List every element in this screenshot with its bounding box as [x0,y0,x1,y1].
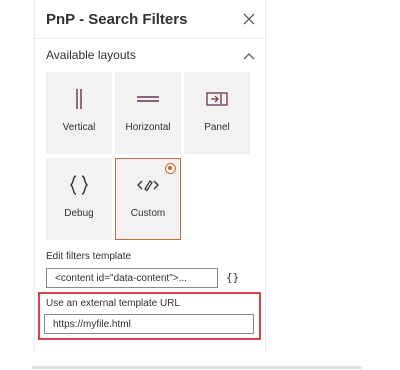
custom-code-icon [116,173,180,197]
layout-option-debug[interactable]: Debug [46,158,112,240]
edit-template-button[interactable]: {} [226,271,239,284]
panel-header: PnP - Search Filters [34,0,266,38]
layout-option-horizontal[interactable]: Horizontal [115,72,181,154]
section-title: Available layouts [46,48,136,62]
available-layouts-header[interactable]: Available layouts [34,39,266,69]
layout-label: Debug [64,208,94,219]
layout-label: Panel [204,122,230,133]
panel-layout-icon [185,87,249,111]
external-template-url-input[interactable]: https://myfile.html [44,314,254,334]
chevron-up-icon[interactable] [243,49,255,60]
layout-label: Vertical [62,122,96,133]
layout-option-vertical[interactable]: Vertical [46,72,112,154]
vertical-layout-icon [47,87,111,111]
layout-label: Custom [130,208,166,219]
layout-option-custom[interactable]: Custom [115,158,181,240]
panel-title: PnP - Search Filters [46,11,188,28]
background-text [32,366,362,369]
layout-label: Horizontal [125,122,171,133]
close-icon[interactable] [242,12,256,26]
edit-template-field[interactable]: <content id="data-content">... [46,268,218,288]
horizontal-layout-icon [116,87,180,111]
layout-option-panel[interactable]: Panel [184,72,250,154]
edit-template-label: Edit filters template [46,251,132,262]
external-template-label: Use an external template URL [46,298,180,309]
braces-icon [47,173,111,197]
